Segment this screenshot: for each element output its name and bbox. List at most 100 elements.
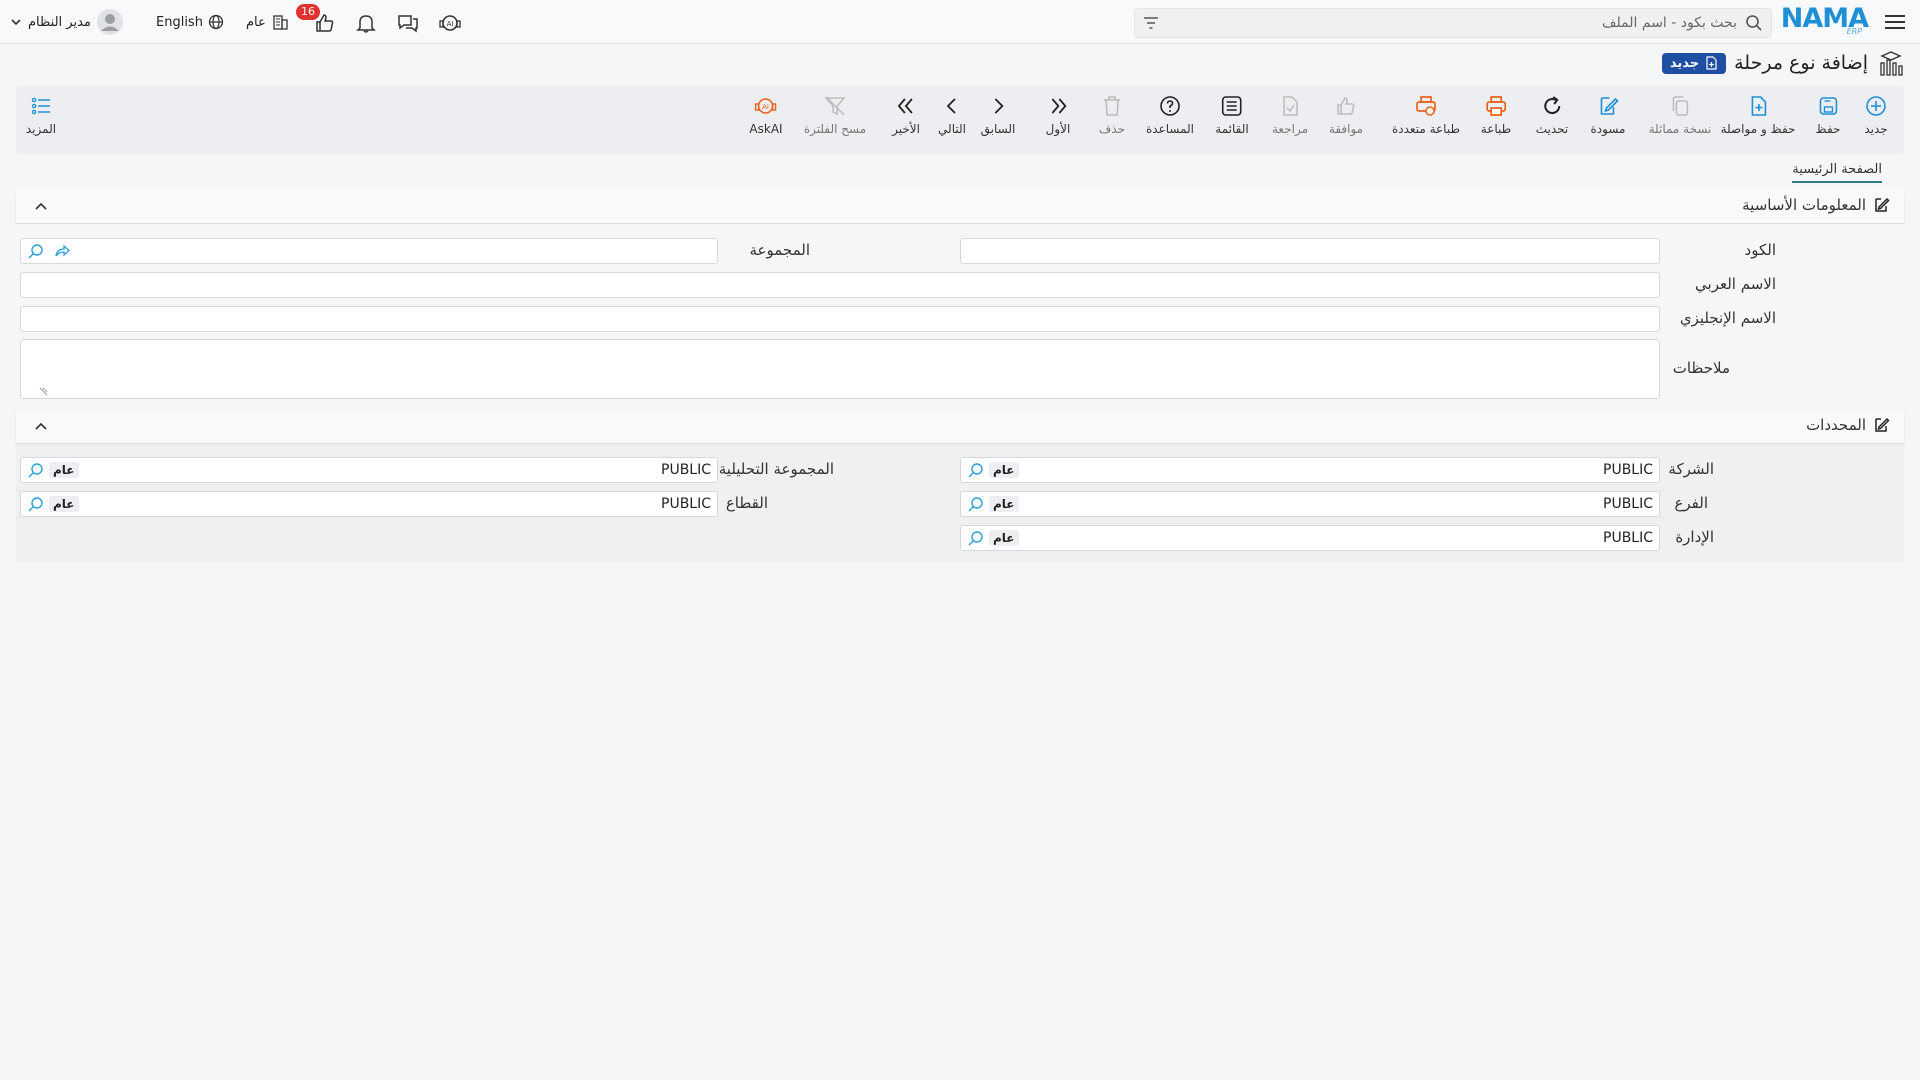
tool-save-continue-button[interactable]: حفظ و مواصلة (1720, 94, 1796, 150)
company-tag: عام (989, 462, 1019, 478)
tool-label: نسخة مماثلة (1648, 122, 1712, 136)
chevron-down-icon (10, 16, 22, 28)
tab-bar: الصفحة الرئيسية (16, 158, 1904, 186)
chevron-up-icon[interactable] (34, 200, 48, 214)
notes-field[interactable] (20, 339, 1660, 399)
tool-label: مراجعة (1271, 122, 1309, 136)
department-value: PUBLIC (1603, 530, 1653, 546)
notification-badge: 16 (296, 4, 320, 20)
section-title-text: المحددات (1806, 416, 1866, 434)
notes-label: ملاحظات (1672, 359, 1730, 377)
refresh-icon (1544, 96, 1561, 115)
mode-chip-label: جديد (1669, 55, 1700, 71)
company-value: PUBLIC (1603, 462, 1653, 478)
analytic-group-value: PUBLIC (661, 462, 711, 478)
user-menu[interactable]: مدير النظام (10, 0, 123, 44)
trash-icon (1104, 96, 1120, 116)
tool-refresh-button[interactable]: تحديث (1536, 94, 1568, 150)
menu-icon[interactable] (1880, 0, 1910, 44)
globe-icon (208, 14, 224, 30)
tool-save-button[interactable]: حفظ (1815, 94, 1841, 150)
sector-lookup[interactable]: PUBLIC عام (20, 491, 718, 517)
share-icon[interactable] (53, 243, 71, 259)
tool-askai-button[interactable]: AI AskAI (749, 94, 783, 150)
tool-draft-button[interactable]: مسودة (1591, 94, 1625, 150)
search-icon[interactable] (27, 243, 45, 261)
bell-icon[interactable] (354, 11, 378, 35)
search-icon[interactable] (967, 530, 985, 548)
search-icon[interactable] (27, 462, 45, 480)
tool-label: طباعة متعددة (1391, 122, 1461, 136)
tool-label: حفظ (1815, 122, 1841, 136)
language-label: English (156, 14, 203, 30)
tool-prev-button[interactable]: السابق (980, 94, 1016, 150)
search-icon[interactable] (967, 462, 985, 480)
toolbar: جديد حفظ حفظ و مواصلة نسخة مماثلة مسودة … (16, 86, 1904, 154)
scope-selector[interactable]: عام (246, 0, 289, 44)
app-logo[interactable]: NAMA ERP (1781, 0, 1870, 44)
tool-clear-filter-button[interactable]: مسح الفلترة (804, 94, 866, 150)
basic-info-body: الكود المجموعة الاسم العربي الاسم الإنجل… (16, 224, 1904, 408)
branch-lookup[interactable]: PUBLIC عام (960, 491, 1660, 517)
search-icon[interactable] (27, 496, 45, 514)
chevron-up-icon[interactable] (34, 420, 48, 434)
file-plus-icon (1751, 96, 1766, 116)
search-input[interactable] (1177, 13, 1737, 33)
tool-label: المزيد (25, 122, 57, 136)
branch-label: الفرع (1674, 494, 1708, 512)
arabic-name-field[interactable] (20, 272, 1660, 298)
tool-new-button[interactable]: جديد (1864, 94, 1888, 150)
analytic-group-lookup[interactable]: PUBLIC عام (20, 457, 718, 483)
tool-label: AskAI (749, 122, 783, 136)
edit-icon (1872, 416, 1890, 434)
search-icon[interactable] (967, 496, 985, 514)
tool-label: الأول (1045, 122, 1071, 136)
tool-label: السابق (980, 122, 1016, 136)
sector-value: PUBLIC (661, 496, 711, 512)
ai-assistant-icon[interactable]: AI (438, 11, 462, 35)
tool-approve-button[interactable]: موافقة (1329, 94, 1363, 150)
analytic-group-tag: عام (49, 462, 79, 478)
company-label: الشركة (1668, 460, 1714, 478)
new-file-icon (1704, 56, 1718, 70)
tool-last-button[interactable]: الأخير (892, 94, 920, 150)
section-title: المعلومات الأساسية (1742, 196, 1890, 214)
tool-first-button[interactable]: الأول (1045, 94, 1071, 150)
group-label: المجموعة (749, 241, 810, 259)
department-lookup[interactable]: PUBLIC عام (960, 525, 1660, 551)
language-switch[interactable]: English (156, 0, 224, 44)
tool-label: القائمة (1215, 122, 1249, 136)
dimensions-header[interactable]: المحددات (16, 410, 1904, 444)
tool-delete-button[interactable]: حذف (1099, 94, 1125, 150)
tool-next-button[interactable]: التالي (938, 94, 966, 150)
tool-print-button[interactable]: طباعة (1481, 94, 1511, 150)
english-name-input[interactable] (21, 307, 1659, 331)
filter-icon[interactable] (1143, 15, 1159, 31)
chat-icon[interactable] (396, 11, 420, 35)
tool-multi-print-button[interactable]: طباعة متعددة (1392, 94, 1460, 150)
tool-label: حفظ و مواصلة (1720, 122, 1796, 136)
group-field[interactable] (20, 238, 718, 264)
more-list-icon (31, 97, 50, 115)
basic-info-header[interactable]: المعلومات الأساسية (16, 190, 1904, 224)
resize-grip-icon[interactable] (39, 386, 49, 396)
tool-help-button[interactable]: المساعدة (1146, 94, 1194, 150)
analytic-group-label: المجموعة التحليلية (718, 460, 834, 478)
english-name-field[interactable] (20, 306, 1660, 332)
code-input[interactable] (961, 239, 1659, 263)
page-title: إضافة نوع مرحلة (1734, 52, 1868, 74)
search-icon[interactable] (1745, 14, 1763, 32)
logo-sub: ERP (1846, 27, 1862, 36)
tool-review-button[interactable]: مراجعة (1272, 94, 1308, 150)
tool-duplicate-button[interactable]: نسخة مماثلة (1648, 94, 1712, 150)
tool-list-button[interactable]: القائمة (1215, 94, 1249, 150)
arabic-name-input[interactable] (21, 273, 1659, 297)
tab-main-page[interactable]: الصفحة الرئيسية (1792, 162, 1882, 183)
notes-textarea[interactable] (21, 340, 1659, 398)
company-lookup[interactable]: PUBLIC عام (960, 457, 1660, 483)
tool-more-button[interactable]: المزيد (26, 94, 56, 150)
sector-label: القطاع (725, 494, 768, 512)
code-field[interactable] (960, 238, 1660, 264)
tool-label: طباعة (1480, 122, 1512, 136)
branch-value: PUBLIC (1603, 496, 1653, 512)
